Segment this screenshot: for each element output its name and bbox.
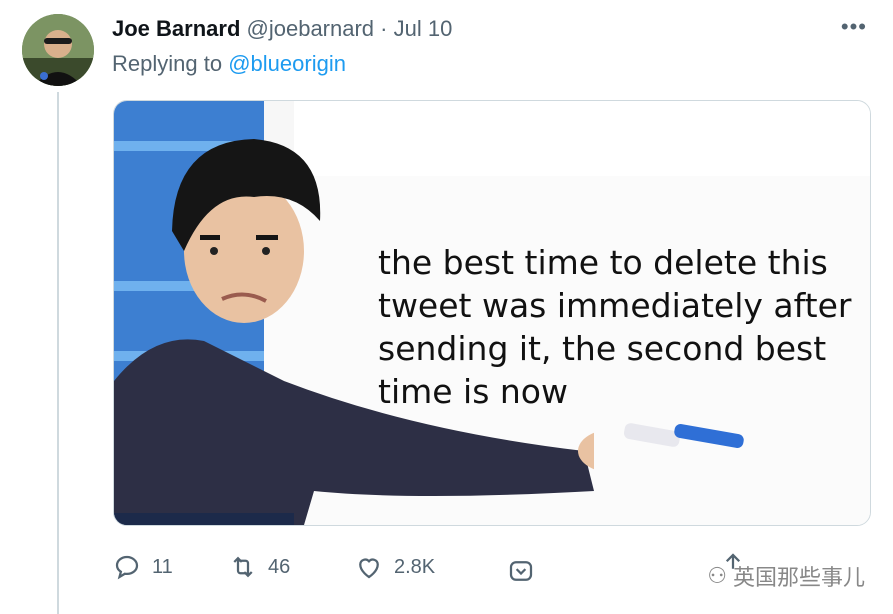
watermark-text: 英国那些事儿 <box>732 566 865 591</box>
mention-link[interactable]: @blueorigin <box>228 51 346 76</box>
tweet-header: Joe Barnard @joebarnard · Jul 10 <box>112 16 452 42</box>
replying-prefix: Replying to <box>112 51 223 76</box>
retweet-button[interactable]: 46 <box>228 552 290 582</box>
tweet-media-image[interactable]: the best time to delete this tweet was i… <box>113 100 871 526</box>
replying-to: Replying to @blueorigin <box>112 51 346 77</box>
caption-strip <box>114 513 294 525</box>
caption-line: time is now <box>378 372 568 411</box>
thread-line <box>57 92 59 614</box>
caption-line: the best time to delete this <box>378 243 828 282</box>
tip-icon <box>509 561 533 581</box>
avatar[interactable] <box>22 14 94 86</box>
more-options-icon[interactable]: ••• <box>841 14 867 40</box>
heart-icon <box>359 558 379 579</box>
meme-caption: the best time to delete this tweet was i… <box>378 241 858 413</box>
reply-icon <box>115 555 139 580</box>
like-button[interactable]: 2.8K <box>354 552 435 582</box>
user-handle[interactable]: @joebarnard <box>247 16 375 41</box>
avatar-image <box>22 14 94 86</box>
display-name[interactable]: Joe Barnard <box>112 16 240 41</box>
retweet-icon <box>233 556 253 578</box>
retweet-count: 46 <box>268 555 291 578</box>
reply-button[interactable]: 11 <box>112 552 173 582</box>
tip-button[interactable] <box>506 556 536 586</box>
watermark: ⚇ 英国那些事儿 <box>707 560 865 592</box>
caption-line: sending it, the second best <box>378 329 827 368</box>
like-count: 2.8K <box>394 555 436 578</box>
tweet-date[interactable]: Jul 10 <box>394 16 453 41</box>
caption-line: tweet was immediately after <box>378 286 852 325</box>
separator-dot: · <box>380 16 388 41</box>
wechat-icon: ⚇ <box>707 563 727 589</box>
reply-count: 11 <box>152 555 173 578</box>
